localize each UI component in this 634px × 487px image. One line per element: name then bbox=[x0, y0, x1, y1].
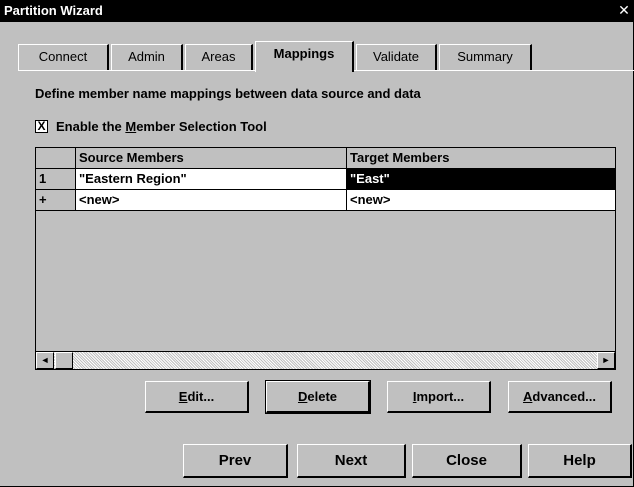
new-row-marker[interactable]: + bbox=[36, 190, 76, 211]
target-members-header[interactable]: Target Members bbox=[347, 148, 615, 169]
source-member-cell[interactable]: "Eastern Region" bbox=[76, 169, 347, 190]
target-member-cell[interactable]: "East" bbox=[347, 169, 615, 190]
edit-button[interactable]: Edit... bbox=[145, 381, 249, 413]
close-button[interactable]: Close bbox=[412, 444, 522, 478]
row-number[interactable]: 1 bbox=[36, 169, 76, 190]
import-button[interactable]: Import... bbox=[387, 381, 491, 413]
member-selection-tool-option[interactable]: X Enable the Member Selection Tool bbox=[35, 119, 267, 134]
prev-button[interactable]: Prev bbox=[183, 444, 288, 478]
scroll-thumb[interactable] bbox=[55, 352, 73, 369]
member-selection-checkbox[interactable]: X bbox=[35, 120, 48, 133]
title-bar: Partition Wizard ✕ bbox=[0, 0, 634, 22]
row-number-header bbox=[36, 148, 76, 169]
table-row[interactable]: 1 "Eastern Region" "East" bbox=[36, 169, 615, 190]
source-members-header[interactable]: Source Members bbox=[76, 148, 347, 169]
description-text: Define member name mappings between data… bbox=[35, 86, 421, 101]
tab-areas[interactable]: Areas bbox=[185, 44, 253, 70]
horizontal-scrollbar[interactable]: ◄ ► bbox=[36, 351, 615, 369]
window-title: Partition Wizard bbox=[4, 3, 103, 18]
target-member-cell[interactable]: <new> bbox=[347, 190, 615, 211]
next-button[interactable]: Next bbox=[297, 444, 406, 478]
tab-summary[interactable]: Summary bbox=[439, 44, 532, 70]
table-row-new[interactable]: + <new> <new> bbox=[36, 190, 615, 211]
member-selection-label: Enable the Member Selection Tool bbox=[56, 119, 267, 134]
close-icon[interactable]: ✕ bbox=[616, 2, 632, 18]
scroll-left-icon[interactable]: ◄ bbox=[36, 352, 54, 369]
tab-connect[interactable]: Connect bbox=[18, 44, 109, 70]
mappings-grid[interactable]: Source Members Target Members 1 "Eastern… bbox=[35, 147, 616, 370]
advanced-button[interactable]: Advanced... bbox=[508, 381, 612, 413]
help-button[interactable]: Help bbox=[528, 444, 632, 478]
grid-header-row: Source Members Target Members bbox=[36, 148, 615, 169]
delete-button[interactable]: Delete bbox=[265, 380, 371, 414]
tab-validate[interactable]: Validate bbox=[356, 44, 437, 70]
tab-mappings[interactable]: Mappings bbox=[255, 41, 354, 72]
scroll-right-icon[interactable]: ► bbox=[597, 352, 615, 369]
source-member-cell[interactable]: <new> bbox=[76, 190, 347, 211]
partition-wizard-window: Partition Wizard ✕ Connect Admin Areas M… bbox=[0, 0, 634, 487]
tab-admin[interactable]: Admin bbox=[111, 44, 183, 70]
